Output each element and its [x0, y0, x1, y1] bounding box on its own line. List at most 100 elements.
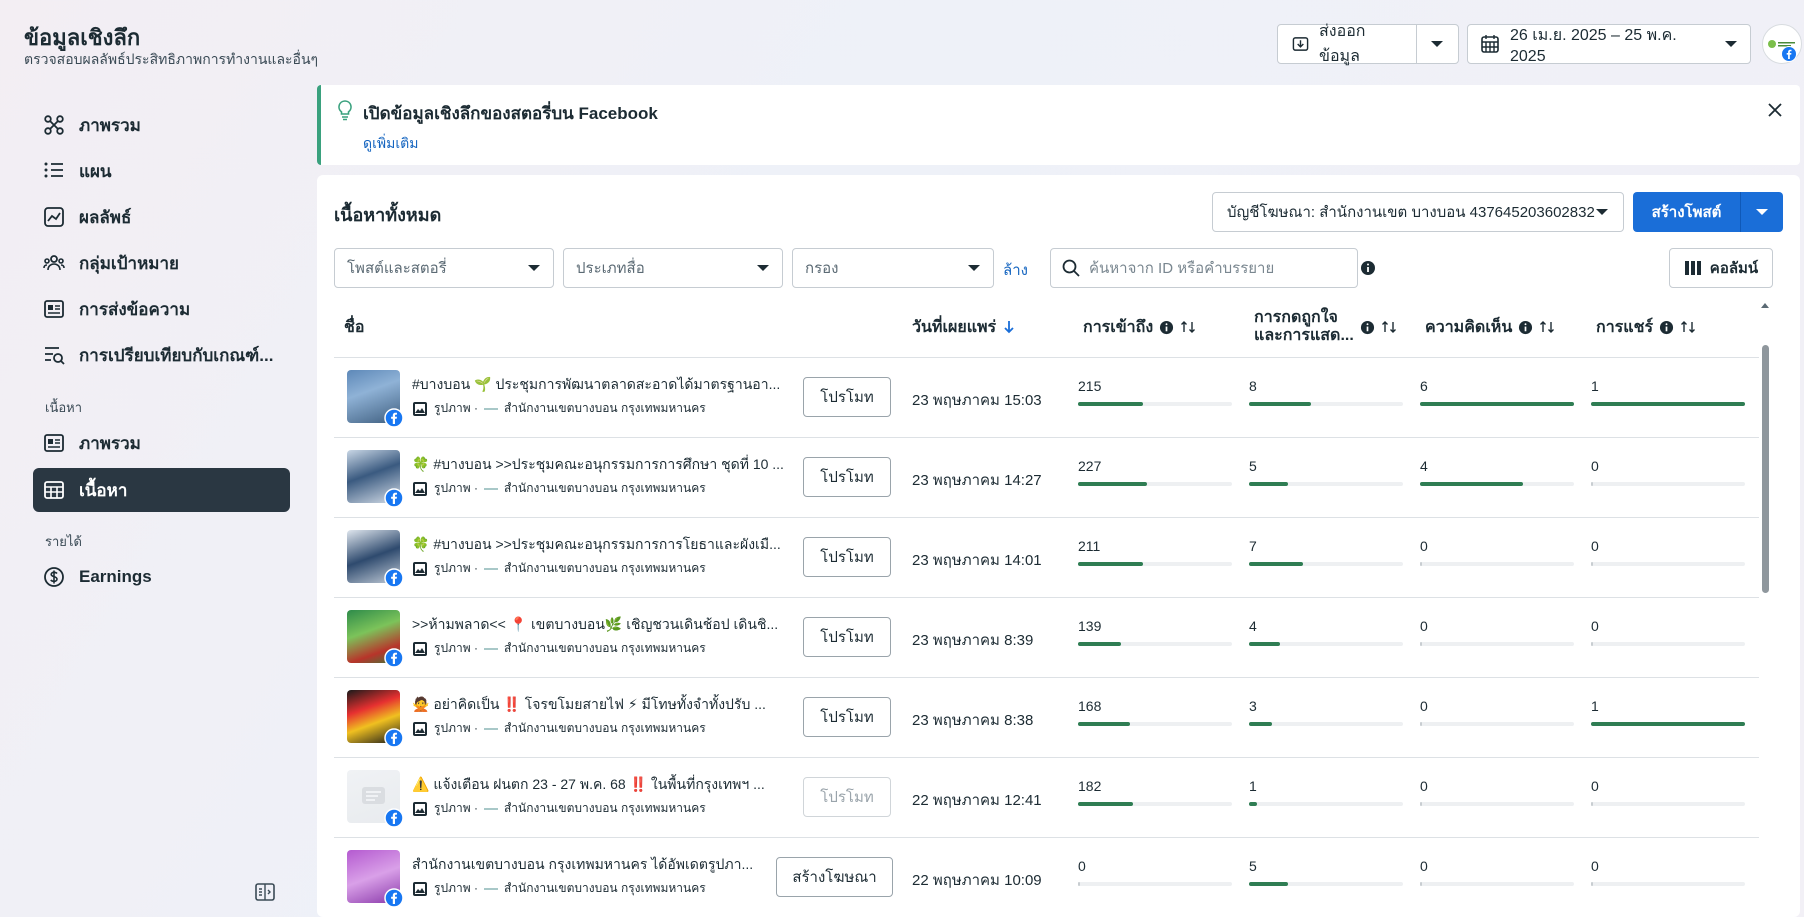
metric-bar-fill	[1249, 642, 1280, 646]
media-type-filter[interactable]: ประเภทสื่อ	[563, 248, 783, 288]
post-title[interactable]: 🍀 #บางบอน >>ประชุมคณะอนุกรรมการการโยธาแล…	[412, 534, 802, 556]
post-title[interactable]: 🍀 #บางบอน >>ประชุมคณะอนุกรรมการการศึกษา …	[412, 454, 802, 476]
post-page-name: สำนักงานเขตบางบอน กรุงเทพมหานคร	[503, 401, 706, 415]
metric-reach: 168	[1078, 698, 1232, 726]
info-icon[interactable]	[1518, 320, 1533, 335]
boost-button[interactable]: โปรโมท	[803, 457, 891, 497]
column-header-comments[interactable]: ความคิดเห็น	[1425, 298, 1555, 356]
search-input[interactable]	[1089, 259, 1339, 277]
sidebar-item-earnings[interactable]: Earnings	[33, 555, 290, 599]
info-icon[interactable]	[1360, 260, 1376, 276]
sidebar-item-label: ภาพรวม	[79, 115, 141, 135]
info-icon[interactable]	[1159, 320, 1174, 335]
metric-reach: 227	[1078, 458, 1232, 486]
post-type-label: รูปภาพ ·	[434, 481, 478, 495]
filter-select[interactable]: กรอง	[792, 248, 994, 288]
boost-button[interactable]: โปรโมท	[803, 697, 891, 737]
close-icon[interactable]	[1764, 99, 1786, 121]
post-type-filter[interactable]: โพสต์และสตอรี่	[334, 248, 554, 288]
create-ad-button[interactable]: สร้างโฆษณา	[776, 857, 893, 897]
table-scrollbar[interactable]	[1762, 345, 1769, 593]
metric-bar	[1420, 882, 1574, 886]
metric-bar	[1078, 642, 1232, 646]
boost-button[interactable]: โปรโมท	[803, 777, 891, 817]
info-icon[interactable]	[1360, 320, 1375, 335]
stories-insights-notice: เปิดข้อมูลเชิงลึกของสตอรี่บน Facebook ดู…	[317, 85, 1800, 165]
metric-comments: 0	[1420, 618, 1574, 646]
post-meta: รูปภาพ · สำนักงานเขตบางบอน กรุงเทพมหานคร	[412, 799, 706, 818]
metric-bar-fill	[1420, 562, 1422, 566]
column-header-reach[interactable]: การเข้าถึง	[1083, 298, 1196, 356]
metric-comments: 0	[1420, 778, 1574, 806]
metric-bar-fill	[1420, 482, 1524, 486]
boost-button[interactable]: โปรโมท	[803, 537, 891, 577]
search-box[interactable]	[1050, 248, 1358, 288]
metric-bar-fill	[1078, 882, 1080, 886]
publish-date: 22 พฤษภาคม 12:41	[912, 792, 1042, 809]
metric-comments: 0	[1420, 698, 1574, 726]
notice-learn-more-link[interactable]: ดูเพิ่มเติม	[363, 133, 418, 155]
card-icon	[44, 434, 64, 452]
column-header-label: การแชร์	[1596, 318, 1654, 336]
columns-button[interactable]: คอลัมน์	[1669, 248, 1773, 288]
collapse-sidebar-icon[interactable]	[254, 881, 276, 903]
post-title[interactable]: #บางบอน 🌱 ประชุมการพัฒนาตลาดสะอาดได้มาตร…	[412, 374, 802, 396]
table-row[interactable]: 🙅 อย่าคิดเป็น ‼️ โจรขโมยสายไฟ ⚡ มีโทษทั้…	[334, 678, 1759, 758]
table-row[interactable]: >>ห้ามพลาด<< 📍 เขตบางบอน🌿 เชิญชวนเดินช้อ…	[334, 598, 1759, 678]
metric-comments: 6	[1420, 378, 1574, 406]
boost-button[interactable]: โปรโมท	[803, 377, 891, 417]
sidebar-item-audience[interactable]: กลุ่มเป้าหมาย	[33, 241, 290, 285]
post-title[interactable]: 🙅 อย่าคิดเป็น ‼️ โจรขโมยสายไฟ ⚡ มีโทษทั้…	[412, 694, 802, 716]
sidebar-item-benchmark[interactable]: การเปรียบเทียบกับเกณฑ์...	[33, 333, 290, 377]
download-icon	[1292, 37, 1309, 51]
message-icon	[44, 300, 64, 318]
export-dropdown-button[interactable]	[1417, 39, 1458, 49]
post-title[interactable]: สำนักงานเขตบางบอน กรุงเทพมหานคร ได้อัพเด…	[412, 854, 802, 876]
date-range-picker[interactable]: 26 เม.ย. 2025 – 25 พ.ค. 2025	[1467, 24, 1751, 65]
sidebar-item-messaging[interactable]: การส่งข้อความ	[33, 287, 290, 331]
column-header-reactions[interactable]: การกดถูกใจ และการแสด...	[1254, 298, 1397, 356]
column-header-date[interactable]: วันที่เผยแพร่	[912, 298, 1016, 356]
create-post-button[interactable]: สร้างโพสต์	[1633, 192, 1783, 232]
table-row[interactable]: 🍀 #บางบอน >>ประชุมคณะอนุกรรมการการโยธาแล…	[334, 518, 1759, 598]
ad-account-select[interactable]: บัญชีโฆษณา: สำนักงานเขต บางบอน 437645203…	[1212, 192, 1624, 232]
metric-bar-fill	[1591, 402, 1745, 406]
column-header-label: ชื่อ	[344, 318, 365, 336]
scroll-up-arrow-icon[interactable]	[1760, 300, 1770, 310]
metric-shares: 1	[1591, 378, 1745, 406]
info-icon[interactable]	[1659, 320, 1674, 335]
metric-bar-fill	[1249, 882, 1288, 886]
media-type-filter-label: ประเภทสื่อ	[576, 260, 645, 277]
metric-bar-fill	[1591, 642, 1593, 646]
boost-button[interactable]: โปรโมท	[803, 617, 891, 657]
create-post-dropdown-button[interactable]	[1741, 192, 1783, 232]
publish-date: 23 พฤษภาคม 14:27	[912, 472, 1042, 489]
post-title[interactable]: ⚠️ แจ้งเตือน ฝนตก 23 - 27 พ.ค. 68 ‼️ ในพ…	[412, 774, 802, 796]
caret-down-icon	[757, 265, 769, 271]
sidebar-item-results[interactable]: ผลลัพธ์	[33, 195, 290, 239]
table-icon	[44, 481, 64, 499]
table-row[interactable]: 🍀 #บางบอน >>ประชุมคณะอนุกรรมการการศึกษา …	[334, 438, 1759, 518]
metric-value: 227	[1078, 458, 1102, 474]
sidebar-item-label: ผลลัพธ์	[79, 207, 132, 227]
metric-value: 3	[1249, 698, 1257, 714]
sidebar-item-overview[interactable]: ภาพรวม	[33, 103, 290, 147]
sidebar-item-plan[interactable]: แผน	[33, 149, 290, 193]
column-header-shares[interactable]: การแชร์	[1596, 298, 1696, 356]
clear-filters-link[interactable]: ล้าง	[1003, 258, 1028, 282]
metric-bar	[1591, 722, 1745, 726]
table-row[interactable]: สำนักงานเขตบางบอน กรุงเทพมหานคร ได้อัพเด…	[334, 838, 1759, 917]
metric-value: 139	[1078, 618, 1102, 634]
metric-bar-fill	[1078, 562, 1143, 566]
export-button[interactable]: ส่งออกข้อมูล	[1277, 23, 1459, 65]
metric-value: 0	[1591, 538, 1599, 554]
table-row[interactable]: #บางบอน 🌱 ประชุมการพัฒนาตลาดสะอาดได้มาตร…	[334, 358, 1759, 438]
post-type-label: รูปภาพ ·	[434, 721, 478, 735]
publish-date: 23 พฤษภาคม 14:01	[912, 552, 1042, 569]
post-title[interactable]: >>ห้ามพลาด<< 📍 เขตบางบอน🌿 เชิญชวนเดินช้อ…	[412, 614, 802, 636]
metric-bar	[1078, 402, 1232, 406]
sidebar-item-content[interactable]: เนื้อหา	[33, 468, 290, 512]
sidebar-item-content-overview[interactable]: ภาพรวม	[33, 421, 290, 465]
table-row[interactable]: ⚠️ แจ้งเตือน ฝนตก 23 - 27 พ.ค. 68 ‼️ ในพ…	[334, 758, 1759, 838]
metric-value: 8	[1249, 378, 1257, 394]
